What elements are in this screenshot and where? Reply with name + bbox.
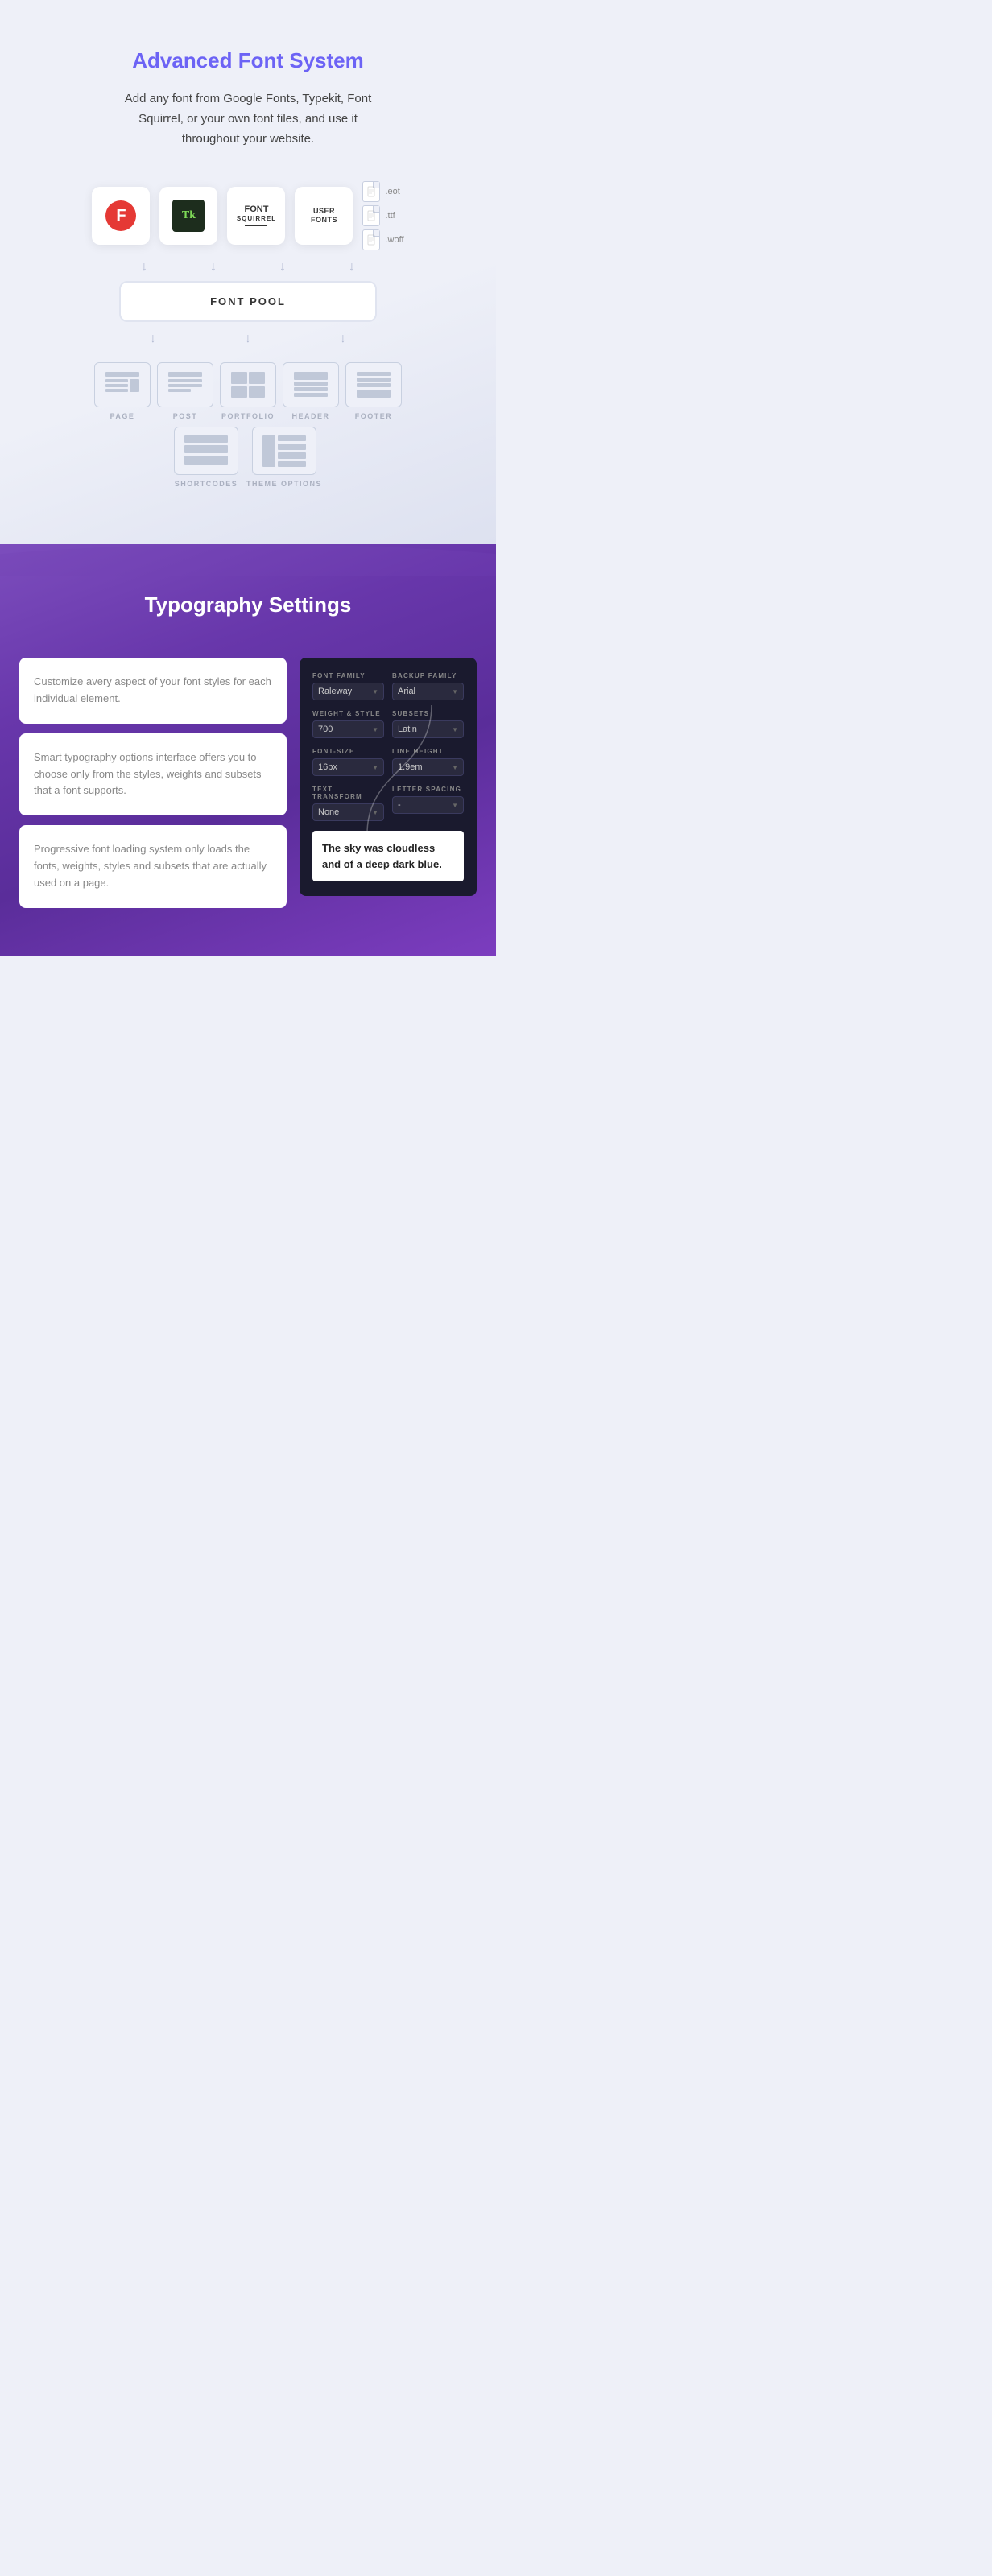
fontsquirrel-box: FONT SQUIRREL [227, 187, 285, 245]
header-label: HEADER [291, 412, 329, 420]
weight-style-value: 700 [318, 724, 333, 734]
arrow-6: ↓ [245, 332, 251, 346]
arrow-7: ↓ [340, 332, 346, 346]
layout-portfolio: PORTFOLIO [220, 362, 276, 420]
user-fonts-box: USERFONTS [295, 187, 353, 245]
header-layout-icon [283, 362, 339, 407]
font-sources-row: F Tk FONT SQUIRREL USERFONTS [92, 187, 353, 245]
font-system-section: Advanced Font System Add any font from G… [0, 0, 496, 544]
section1-title: Advanced Font System [16, 48, 480, 73]
ttf-ext: .ttf [362, 205, 403, 226]
footer-layout-icon [345, 362, 402, 407]
google-fonts-box: F [92, 187, 150, 245]
shortcodes-label: SHORTCODES [175, 480, 238, 488]
google-fonts-icon: F [105, 200, 136, 231]
arrow-2: ↓ [210, 260, 217, 275]
layout-page: PAGE [94, 362, 151, 420]
settings-row-1: FONT FAMILY Raleway ▼ BACKUP FAMILY Aria… [312, 672, 464, 700]
font-family-col: FONT FAMILY Raleway ▼ [312, 672, 384, 700]
file-extensions: .eot .ttf .woff [362, 181, 403, 250]
theme-options-layout-icon [252, 427, 316, 475]
typo-card-3-text: Progressive font loading system only loa… [34, 841, 272, 891]
backup-family-caret: ▼ [452, 688, 458, 696]
page-layout-icon [94, 362, 151, 407]
backup-family-label: BACKUP FAMILY [392, 672, 464, 679]
arrow-1: ↓ [141, 260, 147, 275]
layout-footer: FOOTER [345, 362, 402, 420]
arrows-row-1: ↓ ↓ ↓ ↓ [16, 260, 480, 275]
portfolio-layout-icon [220, 362, 276, 407]
decorative-curve [351, 705, 448, 866]
user-fonts-icon: USERFONTS [311, 207, 337, 225]
line-height-caret: ▼ [452, 764, 458, 771]
fontsquirrel-icon: FONT SQUIRREL [237, 204, 276, 228]
layout-theme-options: THEME OPTIONS [246, 427, 322, 488]
typography-section: Typography Settings Customize avery aspe… [0, 544, 496, 956]
typo-cards-column: Customize avery aspect of your font styl… [19, 658, 287, 907]
layout-shortcodes: SHORTCODES [174, 427, 238, 488]
footer-label: FOOTER [355, 412, 393, 420]
ttf-file-icon [362, 205, 380, 226]
layout-post: POST [157, 362, 213, 420]
typekit-icon: Tk [172, 200, 205, 232]
section1-subtitle: Add any font from Google Fonts, Typekit,… [111, 89, 385, 149]
woff-label: .woff [385, 235, 403, 245]
arrow-5: ↓ [150, 332, 156, 346]
letter-spacing-caret: ▼ [452, 802, 458, 809]
font-family-caret: ▼ [372, 688, 378, 696]
post-label: POST [173, 412, 198, 420]
eot-label: .eot [385, 187, 399, 196]
text-transform-value: None [318, 807, 339, 817]
arrow-4: ↓ [349, 260, 355, 275]
portfolio-label: PORTFOLIO [221, 412, 275, 420]
theme-options-label: THEME OPTIONS [246, 480, 322, 488]
backup-family-select[interactable]: Arial ▼ [392, 683, 464, 700]
woff-file-icon [362, 229, 380, 250]
shortcodes-layout-icon [174, 427, 238, 475]
typo-card-3: Progressive font loading system only loa… [19, 825, 287, 907]
backup-family-value: Arial [398, 687, 415, 696]
typo-card-1-text: Customize avery aspect of your font styl… [34, 674, 272, 708]
eot-ext: .eot [362, 181, 403, 202]
typo-card-2: Smart typography options interface offer… [19, 733, 287, 815]
woff-ext: .woff [362, 229, 403, 250]
font-size-value: 16px [318, 762, 337, 772]
typo-card-1: Customize avery aspect of your font styl… [19, 658, 287, 724]
eot-file-icon [362, 181, 380, 202]
font-family-value: Raleway [318, 687, 352, 696]
typekit-box: Tk [159, 187, 217, 245]
layout-row-2: SHORTCODES THEME OPTIONS [16, 427, 480, 488]
arrow-3: ↓ [279, 260, 286, 275]
post-layout-icon [157, 362, 213, 407]
layout-row-1: PAGE POST [16, 362, 480, 420]
font-pool-box: FONT POOL [119, 281, 377, 322]
typo-card-2-text: Smart typography options interface offer… [34, 749, 272, 799]
layout-header: HEADER [283, 362, 339, 420]
font-family-select[interactable]: Raleway ▼ [312, 683, 384, 700]
arrows-row-2: ↓ ↓ ↓ [16, 332, 480, 346]
section2-title: Typography Settings [19, 592, 477, 617]
subsets-caret: ▼ [452, 726, 458, 733]
ttf-label: .ttf [385, 211, 395, 221]
page-label: PAGE [110, 412, 135, 420]
font-family-label: FONT FAMILY [312, 672, 384, 679]
backup-family-col: BACKUP FAMILY Arial ▼ [392, 672, 464, 700]
